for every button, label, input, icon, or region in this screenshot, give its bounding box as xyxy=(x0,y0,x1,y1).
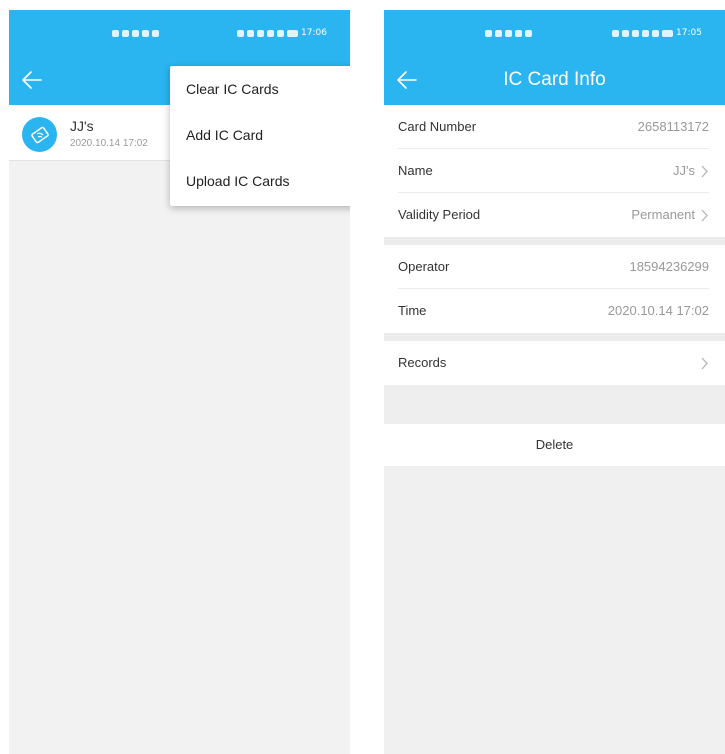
delete-button[interactable]: Delete xyxy=(384,424,725,466)
card-info-group: Card Number 2658113172 Name JJ's Validit… xyxy=(384,105,725,237)
card-number-label: Card Number xyxy=(398,119,477,134)
ic-card-list-screen: 17:06 IC JJ's 2020.10.14 17:02 Clear IC … xyxy=(9,10,350,754)
validity-period-value: Permanent xyxy=(631,207,695,222)
name-label: Name xyxy=(398,163,433,178)
validity-period-label: Validity Period xyxy=(398,207,481,222)
status-icons-left xyxy=(112,28,159,38)
bluetooth-icon xyxy=(642,29,649,37)
operator-info-group: Operator 18594236299 Time 2020.10.14 17:… xyxy=(384,245,725,333)
divider xyxy=(384,237,725,245)
operator-label: Operator xyxy=(398,259,450,274)
headset-icon xyxy=(237,29,244,37)
time-label: Time xyxy=(398,303,427,318)
status-icons-right: 17:05 xyxy=(612,28,702,38)
app-bar: IC Card Info xyxy=(384,55,725,105)
sim-icon xyxy=(485,29,492,37)
divider xyxy=(384,333,725,341)
status-time: 17:05 xyxy=(676,28,702,38)
card-date: 2020.10.14 17:02 xyxy=(70,138,148,149)
name-row[interactable]: Name JJ's xyxy=(398,149,709,193)
menu-item-clear-ic-cards[interactable]: Clear IC Cards xyxy=(170,66,350,112)
card-tap-icon xyxy=(30,126,49,143)
chevron-right-icon xyxy=(701,357,708,370)
name-value: JJ's xyxy=(673,163,695,178)
status-icons-right: 17:06 xyxy=(237,28,327,38)
eye-icon xyxy=(622,29,629,37)
menu-item-upload-ic-cards[interactable]: Upload IC Cards xyxy=(170,158,350,204)
battery-icon xyxy=(287,29,298,37)
app-icon xyxy=(152,29,159,37)
chevron-right-icon xyxy=(701,165,708,178)
notification-icon xyxy=(515,29,522,37)
wifi-icon xyxy=(505,29,512,37)
headset-icon xyxy=(612,29,619,37)
alarm-icon xyxy=(632,29,639,37)
signal-icon xyxy=(495,29,502,37)
eye-icon xyxy=(247,29,254,37)
bluetooth-icon xyxy=(267,29,274,37)
mute-icon xyxy=(277,29,284,37)
overflow-menu: Clear IC Cards Add IC Card Upload IC Car… xyxy=(170,66,350,206)
time-value: 2020.10.14 17:02 xyxy=(607,303,709,318)
records-row[interactable]: Records xyxy=(398,341,709,385)
ic-card-info-screen: 17:05 IC Card Info Card Number 265811317… xyxy=(384,10,725,754)
status-icons-left xyxy=(485,28,532,38)
card-info-detail: Card Number 2658113172 Name JJ's Validit… xyxy=(384,105,725,754)
records-group: Records xyxy=(384,341,725,385)
ic-card-avatar-icon xyxy=(22,117,57,152)
page-title: IC Card Info xyxy=(503,69,606,90)
time-row: Time 2020.10.14 17:02 xyxy=(398,289,709,333)
menu-item-add-ic-card[interactable]: Add IC Card xyxy=(170,112,350,158)
signal-icon xyxy=(122,29,129,37)
status-bar: 17:05 xyxy=(384,10,725,55)
chevron-right-icon xyxy=(701,209,708,222)
mute-icon xyxy=(652,29,659,37)
battery-icon xyxy=(662,29,673,37)
operator-row: Operator 18594236299 xyxy=(398,245,709,289)
wifi-icon xyxy=(132,29,139,37)
app-icon xyxy=(525,29,532,37)
operator-value: 18594236299 xyxy=(629,259,709,274)
card-number-value: 2658113172 xyxy=(637,119,709,134)
sim-icon xyxy=(112,29,119,37)
status-time: 17:06 xyxy=(301,28,327,38)
records-label: Records xyxy=(398,355,447,370)
validity-period-row[interactable]: Validity Period Permanent xyxy=(398,193,709,237)
card-number-row: Card Number 2658113172 xyxy=(398,105,709,149)
spacer xyxy=(384,385,725,424)
card-name: JJ's xyxy=(70,118,94,134)
status-bar: 17:06 xyxy=(9,10,350,55)
notification-icon xyxy=(142,29,149,37)
alarm-icon xyxy=(257,29,264,37)
